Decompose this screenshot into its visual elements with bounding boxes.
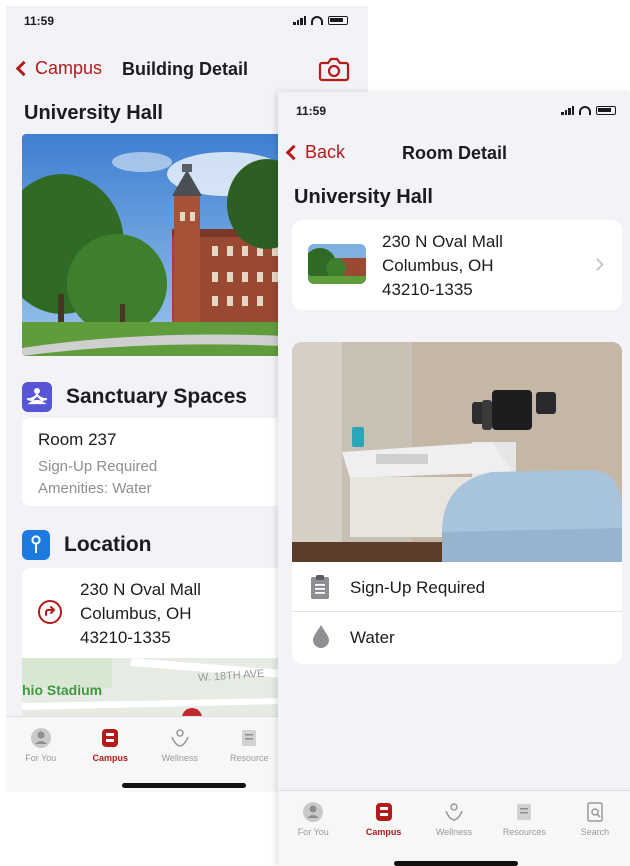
resources-document-icon [242, 730, 257, 746]
tab-campus[interactable]: Campus [348, 791, 418, 866]
status-bar: 11:59 [278, 96, 630, 124]
person-icon [30, 728, 51, 748]
room-detail-screen: 11:59 Back Room Detail University Hall 2… [278, 92, 630, 866]
address-line-2: Columbus, OH [80, 604, 192, 623]
meditation-icon [22, 382, 52, 412]
home-indicator[interactable] [394, 861, 518, 866]
chevron-left-icon [15, 60, 32, 77]
status-time: 11:59 [296, 104, 327, 118]
chevron-right-icon [591, 258, 604, 271]
wellness-hands-icon [445, 803, 463, 821]
address-line-2: Columbus, OH [382, 256, 494, 275]
building-title: University Hall [294, 186, 433, 208]
directions-icon [38, 600, 62, 624]
battery-icon [328, 15, 348, 25]
location-map[interactable]: hio Stadium W. 18TH AVE [22, 658, 284, 716]
tab-campus[interactable]: Campus [76, 717, 146, 792]
address-line-1: 230 N Oval Mall [382, 232, 503, 251]
detail-row-water: Water [292, 612, 622, 662]
address-line-1: 230 N Oval Mall [80, 580, 201, 599]
clipboard-icon [311, 575, 329, 599]
nav-title: Room Detail [402, 143, 508, 163]
status-icons [561, 105, 616, 115]
tab-label: For You [297, 827, 329, 837]
detail-signup-label: Sign-Up Required [350, 578, 486, 597]
address-line-3: 43210-1335 [80, 628, 171, 647]
search-document-icon [587, 802, 603, 822]
sanctuary-section-title: Sanctuary Spaces [66, 385, 247, 408]
tab-bar: For You Campus Wellness Resource [6, 716, 284, 792]
signal-icon [561, 105, 574, 115]
campus-back-button[interactable]: Campus [12, 58, 102, 79]
building-address-row[interactable]: 230 N Oval Mall Columbus, OH 43210-1335 [292, 220, 622, 310]
tab-label: Wellness [161, 753, 198, 763]
room-card: Sign-Up Required Water [292, 342, 622, 664]
tab-for-you[interactable]: For You [6, 717, 76, 792]
tab-label: Search [580, 827, 610, 837]
tab-search[interactable]: Search [560, 791, 630, 866]
camera-button[interactable] [318, 56, 350, 87]
status-bar: 11:59 [6, 6, 368, 34]
room-photo [292, 342, 622, 562]
back-button-label: Campus [35, 58, 103, 78]
tab-label: Campus [92, 753, 128, 763]
location-address-card[interactable]: 230 N Oval Mall Columbus, OH 43210-1335 [22, 568, 284, 658]
tab-resources[interactable]: Resources [489, 791, 559, 866]
nav-bar: Campus Building Detail [6, 50, 368, 90]
building-thumbnail [308, 244, 366, 284]
campus-block-icon [102, 729, 119, 747]
tab-resources[interactable]: Resource [215, 717, 285, 792]
tab-label: Resource [229, 753, 269, 763]
tab-bar: For You Campus Wellness Resources Search [278, 790, 630, 866]
camera-icon [318, 57, 350, 82]
tab-label: Resources [502, 827, 546, 837]
status-time: 11:59 [24, 14, 55, 28]
resources-document-icon [517, 804, 532, 820]
tab-wellness[interactable]: Wellness [419, 791, 489, 866]
room-name: Room 237 [38, 430, 117, 449]
person-icon [303, 802, 324, 822]
home-indicator[interactable] [122, 783, 246, 788]
campus-block-icon [375, 803, 392, 821]
chevron-left-icon [285, 144, 302, 161]
location-section-title: Location [64, 533, 152, 556]
tab-label: Campus [365, 827, 402, 837]
wifi-icon [579, 105, 591, 115]
building-photo [22, 134, 284, 356]
detail-row-signup: Sign-Up Required [292, 562, 622, 612]
nav-title: Building Detail [122, 59, 248, 79]
location-section-header: Location [22, 530, 152, 560]
room-signup: Sign-Up Required [38, 458, 158, 475]
map-label-stadium: hio Stadium [22, 682, 103, 698]
detail-water-label: Water [350, 628, 395, 647]
tab-for-you[interactable]: For You [278, 791, 348, 866]
status-icons [293, 15, 348, 25]
back-button[interactable]: Back [282, 142, 345, 163]
nav-bar: Back Room Detail [278, 132, 630, 172]
tab-wellness[interactable]: Wellness [145, 717, 215, 792]
back-button-label: Back [305, 142, 346, 162]
water-drop-icon [313, 625, 329, 648]
address-line-3: 43210-1335 [382, 280, 473, 299]
tab-label: For You [25, 753, 57, 763]
wifi-icon [311, 15, 323, 25]
room-amenities: Amenities: Water [38, 480, 152, 497]
signal-icon [293, 15, 306, 25]
battery-icon [596, 105, 616, 115]
tab-label: Wellness [435, 827, 473, 837]
building-title: University Hall [24, 102, 163, 124]
sanctuary-section-header: Sanctuary Spaces [22, 382, 247, 412]
sanctuary-room-card[interactable]: Room 237 Sign-Up Required Amenities: Wat… [22, 418, 284, 506]
location-pin-icon [22, 530, 50, 560]
wellness-hands-icon [171, 729, 189, 747]
